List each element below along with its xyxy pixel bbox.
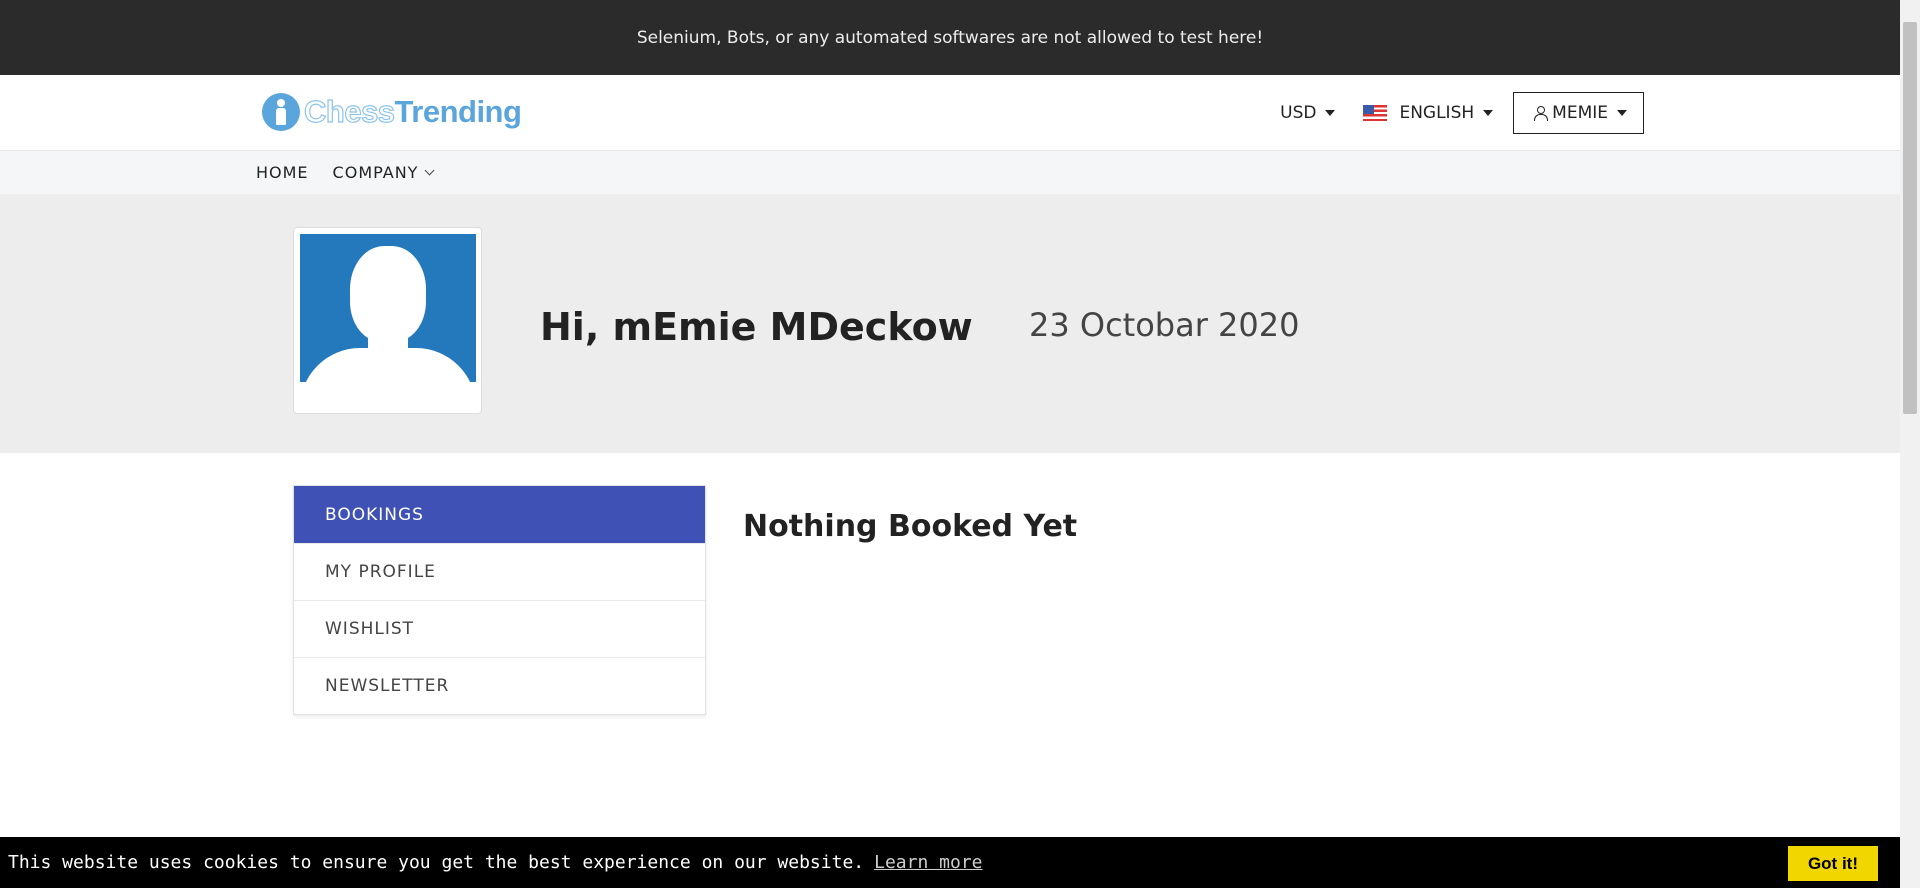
profile-header: Hi, mEmie MDeckow 23 Octobar 2020 (0, 195, 1900, 453)
page-scrollbar[interactable] (1900, 0, 1920, 888)
currency-dropdown[interactable]: USD (1280, 103, 1336, 123)
empty-bookings-title: Nothing Booked Yet (743, 509, 1078, 544)
language-label: ENGLISH (1399, 103, 1475, 123)
nav-company[interactable]: COMPANY (333, 163, 435, 182)
avatar-card (293, 227, 482, 414)
nav-home[interactable]: HOME (256, 163, 309, 182)
logo[interactable]: ChessTrending (262, 89, 522, 135)
main-nav: HOME COMPANY (0, 151, 1900, 195)
user-greeting: Hi, mEmie MDeckow (540, 305, 973, 349)
caret-down-icon (1617, 110, 1627, 116)
us-flag-icon (1363, 105, 1388, 121)
notice-bar: Selenium, Bots, or any automated softwar… (0, 0, 1900, 75)
notice-text: Selenium, Bots, or any automated softwar… (636, 27, 1264, 48)
logo-text-trending: Trending (394, 94, 522, 129)
learn-more-link[interactable]: Learn more (874, 852, 982, 873)
logo-text-chess: Chess (303, 93, 395, 129)
caret-down-icon (1483, 110, 1494, 116)
caret-down-icon (1325, 110, 1336, 116)
side-item-wishlist[interactable]: WISHLIST (294, 600, 705, 657)
currency-label: USD (1280, 103, 1317, 123)
site-header: ChessTrending USD ENGLISH MEMIE (0, 75, 1900, 151)
cookie-accept-button[interactable]: Got it! (1787, 846, 1878, 881)
user-icon (1534, 106, 1549, 121)
language-dropdown[interactable]: ENGLISH (1363, 103, 1494, 123)
current-date: 23 Octobar 2020 (1029, 306, 1300, 344)
avatar (300, 234, 476, 382)
user-menu-button[interactable]: MEMIE (1513, 92, 1644, 134)
user-label: MEMIE (1552, 103, 1608, 123)
account-side-menu: BOOKINGS MY PROFILE WISHLIST NEWSLETTER (293, 485, 706, 715)
side-item-newsletter[interactable]: NEWSLETTER (294, 657, 705, 714)
cookie-banner: This website uses cookies to ensure you … (0, 837, 1900, 888)
cookie-message: This website uses cookies to ensure you … (8, 852, 865, 873)
side-item-my-profile[interactable]: MY PROFILE (294, 543, 705, 600)
side-item-bookings[interactable]: BOOKINGS (294, 486, 705, 543)
scrollbar-thumb[interactable] (1903, 22, 1917, 414)
chess-pawn-icon (262, 93, 300, 131)
header-controls: USD ENGLISH MEMIE (1252, 92, 1644, 134)
chevron-down-icon (424, 165, 435, 176)
